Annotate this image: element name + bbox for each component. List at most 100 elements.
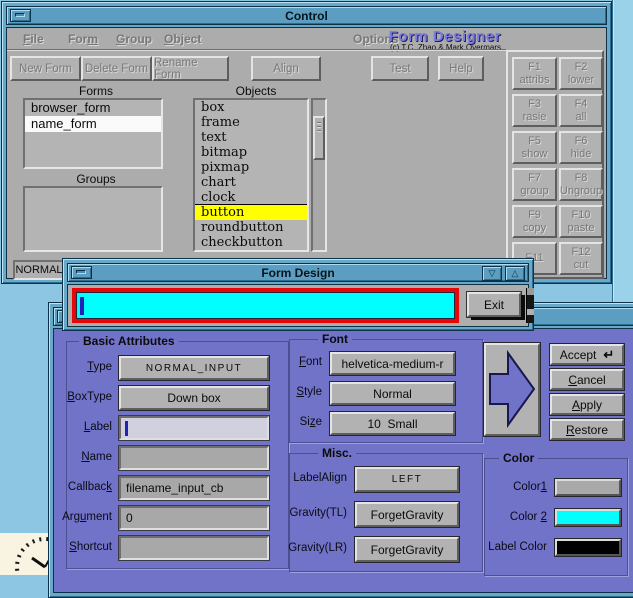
- new-form-button[interactable]: New Form: [10, 56, 81, 81]
- shade-down-icon[interactable]: ▽: [482, 266, 502, 281]
- fkey-f10-paste[interactable]: F10paste: [559, 205, 603, 238]
- groups-label: Groups: [61, 172, 131, 186]
- object-type-item[interactable]: frame: [195, 115, 307, 130]
- objects-list[interactable]: box frame text bitmap pixmap chart clock…: [193, 98, 309, 252]
- exit-button[interactable]: Exit: [467, 292, 521, 317]
- fkey-f6-hide[interactable]: F6hide: [559, 131, 603, 164]
- forms-list[interactable]: browser_form name_form: [23, 98, 163, 169]
- form-design-titlebar[interactable]: Form Design ▽ △: [67, 263, 529, 282]
- test-button[interactable]: Test: [371, 56, 429, 81]
- desktop: { "control": { "title": "Control", "menu…: [0, 0, 633, 575]
- object-type-item[interactable]: box: [195, 100, 307, 115]
- accept-button[interactable]: Accept ↵: [550, 344, 624, 365]
- shortcut-label: Shortcut: [69, 541, 112, 553]
- rename-form-button[interactable]: Rename Form: [152, 56, 229, 81]
- scrollbar-thumb[interactable]: [313, 116, 325, 160]
- function-key-panel: F1attribs F2lower F3rasie F4all F5show F…: [506, 50, 604, 279]
- form-design-canvas[interactable]: Exit: [67, 284, 529, 327]
- align-button[interactable]: Align: [251, 56, 321, 81]
- apply-button[interactable]: Apply: [550, 394, 624, 415]
- thumb-ridge: [317, 126, 321, 128]
- argument-field[interactable]: 0: [119, 506, 269, 530]
- control-title: Control: [7, 9, 606, 23]
- gravity-tl-button[interactable]: ForgetGravity: [355, 502, 459, 527]
- objects-scrollbar[interactable]: [311, 98, 327, 252]
- object-type-item[interactable]: checkbutton: [195, 235, 307, 250]
- object-type-item[interactable]: roundbutton: [195, 220, 307, 235]
- forms-list-item-selected[interactable]: name_form: [25, 116, 161, 132]
- mode-selector[interactable]: NORMAL: [13, 260, 65, 280]
- shortcut-field[interactable]: [119, 536, 269, 560]
- color1-swatch[interactable]: [555, 479, 621, 496]
- cancel-button[interactable]: Cancel: [550, 369, 624, 390]
- color-group-title: Color: [499, 451, 538, 465]
- fkey-f3-raise[interactable]: F3rasie: [512, 94, 557, 127]
- callback-field[interactable]: filename_input_cb: [119, 476, 269, 500]
- fkey-f5-show[interactable]: F5show: [512, 131, 557, 164]
- fkey-f4-all[interactable]: F4all: [559, 94, 603, 127]
- delete-form-button[interactable]: Delete Form: [81, 56, 152, 81]
- fkey-f9-copy[interactable]: F9copy: [512, 205, 557, 238]
- object-type-item[interactable]: pixmap: [195, 160, 307, 175]
- labelalign-label: LabelAlign: [293, 472, 347, 484]
- fkey-f7-group[interactable]: F7group: [512, 168, 557, 201]
- designed-input-object[interactable]: [72, 288, 459, 323]
- menu-file[interactable]: File: [23, 32, 44, 46]
- label-color-label: Label Color: [488, 541, 547, 553]
- fkey-f2-lower[interactable]: F2lower: [559, 57, 603, 90]
- label-field[interactable]: [119, 416, 269, 440]
- object-type-item[interactable]: chart: [195, 175, 307, 190]
- thumb-ridge: [317, 130, 321, 132]
- size-button[interactable]: 10 Small: [330, 412, 455, 435]
- groups-list[interactable]: [23, 186, 163, 252]
- label-color-swatch[interactable]: [555, 539, 621, 556]
- labelalign-button[interactable]: LEFT: [355, 467, 459, 492]
- objects-label: Objects: [221, 84, 291, 98]
- background-window-edge: [612, 0, 633, 305]
- object-type-item[interactable]: text: [195, 130, 307, 145]
- font-button[interactable]: helvetica-medium-r: [330, 352, 455, 375]
- misc-group-title: Misc.: [318, 446, 356, 460]
- restore-button[interactable]: Restore: [550, 419, 624, 440]
- basic-attributes-title: Basic Attributes: [79, 334, 179, 348]
- clock-window: [0, 533, 48, 575]
- basic-attributes-group: Basic Attributes Type NORMAL_INPUT BoxTy…: [66, 341, 289, 569]
- text-cursor: [125, 421, 128, 436]
- next-object-arrow-button[interactable]: [484, 343, 540, 436]
- gravity-lr-label: Gravity(LR): [288, 542, 347, 554]
- color2-swatch[interactable]: [555, 509, 621, 526]
- style-button[interactable]: Normal: [330, 382, 455, 405]
- attributes-content: Basic Attributes Type NORMAL_INPUT BoxTy…: [53, 328, 633, 593]
- fkey-f1-attribs[interactable]: F1attribs: [512, 57, 557, 90]
- callback-label: Callback: [68, 481, 112, 493]
- font-group-title: Font: [318, 332, 352, 346]
- input-object-field[interactable]: [76, 292, 455, 319]
- font-group: Font Font helvetica-medium-r Style Norma…: [289, 339, 483, 443]
- form-design-window: Form Design ▽ △ Exit: [62, 258, 534, 331]
- forms-list-item[interactable]: browser_form: [25, 100, 161, 116]
- return-icon: ↵: [603, 347, 614, 363]
- fkey-f12-cut[interactable]: F12cut: [559, 242, 603, 275]
- object-type-item[interactable]: clock: [195, 190, 307, 205]
- menu-form[interactable]: Form: [68, 32, 98, 46]
- object-type-item[interactable]: bitmap: [195, 145, 307, 160]
- misc-group: Misc. LabelAlign LEFT Gravity(TL) Forget…: [289, 453, 483, 572]
- object-type-item-selected[interactable]: button: [195, 205, 307, 220]
- help-button[interactable]: Help: [438, 56, 484, 81]
- argument-label: Argument: [62, 511, 112, 523]
- color1-label: Color1: [513, 481, 547, 493]
- menu-group[interactable]: Group: [116, 32, 152, 46]
- type-button[interactable]: NORMAL_INPUT: [119, 356, 269, 380]
- control-titlebar[interactable]: Control: [6, 6, 607, 25]
- menu-object[interactable]: Object: [164, 32, 201, 46]
- gravity-lr-button[interactable]: ForgetGravity: [355, 537, 459, 562]
- form-design-title: Form Design: [68, 266, 528, 280]
- name-field[interactable]: [119, 446, 269, 470]
- name-label: Name: [81, 451, 112, 463]
- boxtype-button[interactable]: Down box: [119, 386, 269, 410]
- canvas-scrollbar[interactable]: [526, 288, 534, 323]
- style-label: Style: [296, 386, 322, 398]
- shade-up-icon[interactable]: △: [505, 266, 525, 281]
- color2-label: Color 2: [510, 511, 547, 523]
- fkey-f8-ungroup[interactable]: F8Ungroup: [559, 168, 603, 201]
